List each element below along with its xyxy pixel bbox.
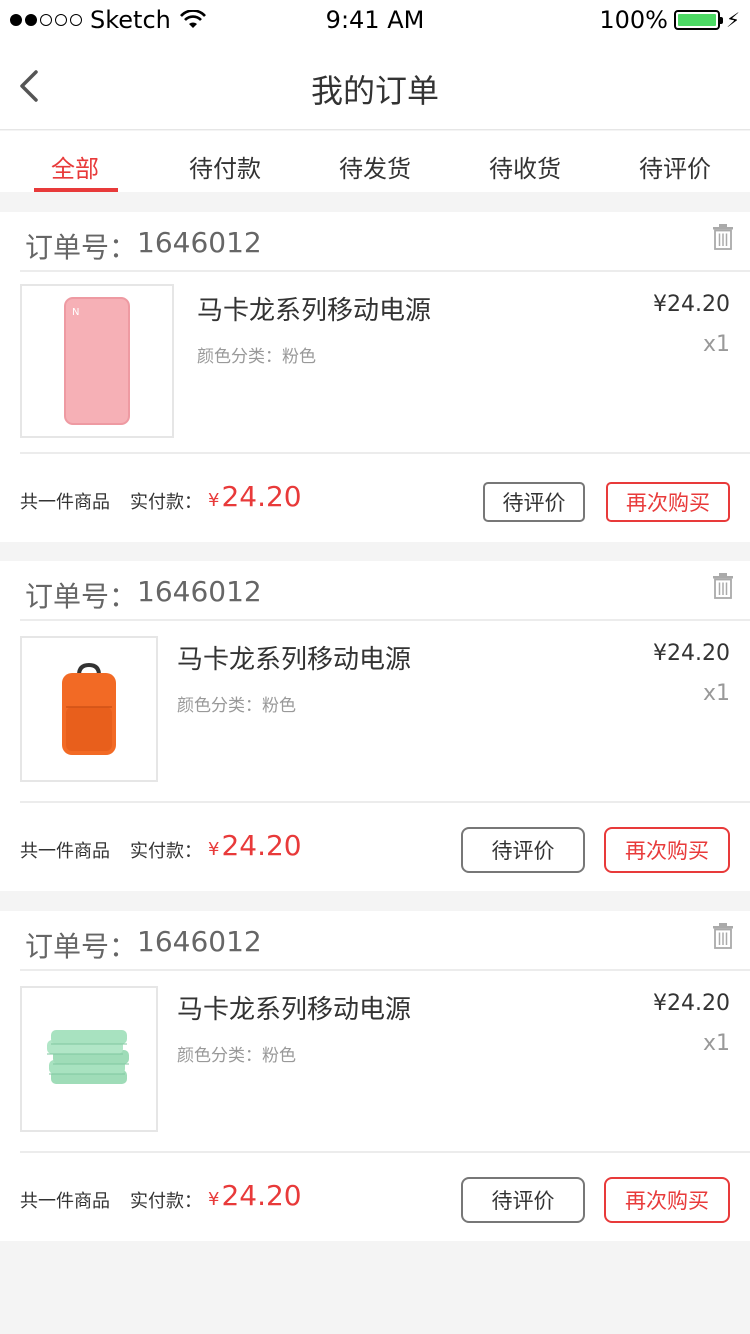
review-button[interactable]: 待评价 [461,827,585,873]
order-header: 订单号： 1646012 [20,911,750,971]
power-bank-icon: N [64,297,130,425]
product-name: 马卡龙系列移动电源 [177,645,412,675]
order-card: 订单号： 1646012 马卡龙系列移动电源 颜色分类： 粉色 ¥24.20 x… [0,561,750,891]
page-title: 我的订单 [310,72,439,110]
backpack-icon [62,662,116,755]
order-footer: 共一件商品 实付款： ¥ 24.20 待评价 再次购买 [0,803,750,891]
product-price: ¥24.20 [653,641,730,666]
spec-value: 粉色 [262,1046,296,1066]
battery-percent: 100% [599,6,668,34]
paid-amount: ¥ 24.20 [208,829,302,862]
order-number-value: 1646012 [137,925,262,958]
tab-pending-receipt[interactable]: 待收货 [450,131,600,192]
paid-label: 实付款： [130,1191,202,1212]
order-product[interactable]: 马卡龙系列移动电源 颜色分类： 粉色 ¥24.20 x1 [20,971,750,1153]
item-count: 共一件商品 [20,492,110,513]
status-right: 100% ⚡ [599,6,740,34]
product-quantity: x1 [702,1031,730,1056]
order-header: 订单号： 1646012 [20,212,750,272]
amount-value: 24.20 [221,480,302,513]
order-number-value: 1646012 [137,575,262,608]
order-number-label: 订单号： [25,580,138,613]
tab-pending-review[interactable]: 待评价 [600,131,750,192]
svg-text:N: N [72,307,79,318]
tab-all[interactable]: 全部 [0,131,150,192]
product-price: ¥24.20 [653,991,730,1016]
review-button[interactable]: 待评价 [461,1177,585,1223]
review-button[interactable]: 待评价 [483,482,585,522]
order-number-label: 订单号： [25,930,138,963]
wipes-pack-icon [47,1030,129,1084]
product-name: 马卡龙系列移动电源 [197,296,432,326]
product-image [20,986,158,1132]
item-count: 共一件商品 [20,1191,110,1212]
tab-pending-shipment[interactable]: 待发货 [300,131,450,192]
order-number: 订单号： 1646012 [25,575,262,615]
battery-icon [673,10,723,30]
paid-amount: ¥ 24.20 [208,480,302,513]
order-footer: 共一件商品 实付款： ¥ 24.20 待评价 再次购买 [0,1153,750,1241]
order-number-label: 订单号： [25,231,138,264]
currency-symbol: ¥ [208,1189,220,1210]
order-number: 订单号： 1646012 [25,925,262,965]
order-product[interactable]: N 马卡龙系列移动电源 颜色分类： 粉色 ¥24.20 x1 [20,272,750,454]
amount-value: 24.20 [221,829,302,862]
order-card: 订单号： 1646012 N 马卡龙系列移动电源 颜色分类： 粉色 ¥24.20… [0,212,750,542]
product-spec: 颜色分类： 粉色 [177,1041,296,1066]
product-quantity: x1 [702,332,730,357]
amount-value: 24.20 [221,1179,302,1212]
rebuy-button[interactable]: 再次购买 [604,827,730,873]
product-image: N [20,284,174,438]
paid-label: 实付款： [130,492,202,513]
spec-value: 粉色 [262,696,296,716]
spec-label: 颜色分类： [197,347,282,367]
order-product[interactable]: 马卡龙系列移动电源 颜色分类： 粉色 ¥24.20 x1 [20,621,750,803]
trash-icon[interactable] [712,923,734,949]
product-spec: 颜色分类： 粉色 [197,342,316,367]
trash-icon[interactable] [712,573,734,599]
tab-pending-payment[interactable]: 待付款 [150,131,300,192]
product-quantity: x1 [702,681,730,706]
paid-label: 实付款： [130,841,202,862]
spec-value: 粉色 [282,347,316,367]
order-header: 订单号： 1646012 [20,561,750,621]
trash-icon[interactable] [712,224,734,250]
currency-symbol: ¥ [208,490,220,511]
status-bar: Sketch 9:41 AM 100% ⚡ [0,0,750,40]
product-price: ¥24.20 [653,292,730,317]
order-card: 订单号： 1646012 马卡龙系列移动电源 颜色分类： 粉色 ¥24.20 x… [0,911,750,1241]
spec-label: 颜色分类： [177,696,262,716]
order-number-value: 1646012 [137,226,262,259]
order-tabs: 全部 待付款 待发货 待收货 待评价 [0,131,750,192]
order-number: 订单号： 1646012 [25,226,262,266]
product-spec: 颜色分类： 粉色 [177,691,296,716]
nav-bar: 我的订单 [0,40,750,130]
product-name: 马卡龙系列移动电源 [177,995,412,1025]
currency-symbol: ¥ [208,839,220,860]
rebuy-button[interactable]: 再次购买 [604,1177,730,1223]
item-count: 共一件商品 [20,841,110,862]
product-image [20,636,158,782]
spec-label: 颜色分类： [177,1046,262,1066]
paid-amount: ¥ 24.20 [208,1179,302,1212]
rebuy-button[interactable]: 再次购买 [606,482,730,522]
charging-icon: ⚡ [725,8,740,32]
order-footer: 共一件商品 实付款： ¥ 24.20 待评价 再次购买 [0,454,750,542]
